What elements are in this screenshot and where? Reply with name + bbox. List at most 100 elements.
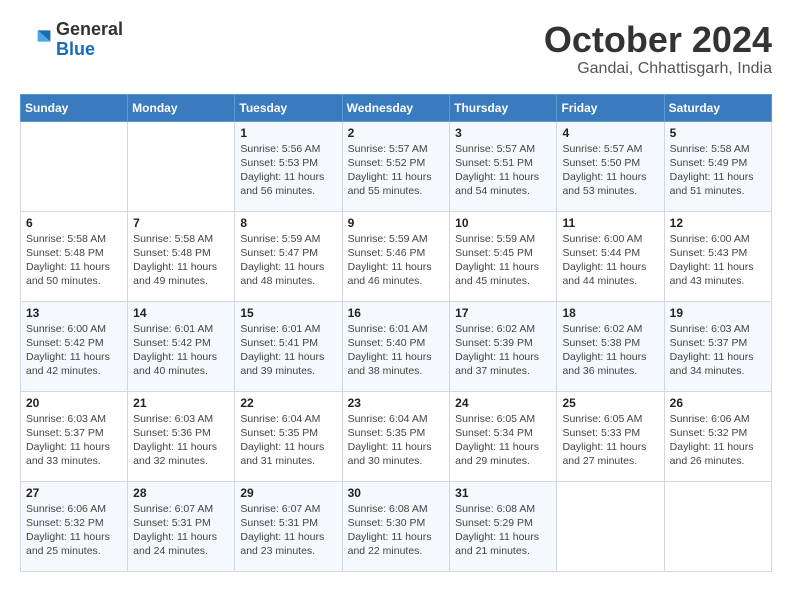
day-info: Sunrise: 6:05 AM Sunset: 5:34 PM Dayligh… xyxy=(455,412,551,469)
day-number: 21 xyxy=(133,396,229,410)
calendar-week-row: 6 Sunrise: 5:58 AM Sunset: 5:48 PM Daylig… xyxy=(21,211,772,301)
day-number: 13 xyxy=(26,306,122,320)
calendar-cell xyxy=(664,481,771,571)
header-day-tuesday: Tuesday xyxy=(235,94,342,121)
day-number: 5 xyxy=(670,126,766,140)
day-number: 16 xyxy=(348,306,445,320)
day-number: 1 xyxy=(240,126,336,140)
day-info: Sunrise: 6:03 AM Sunset: 5:37 PM Dayligh… xyxy=(670,322,766,379)
calendar-cell: 30 Sunrise: 6:08 AM Sunset: 5:30 PM Dayli… xyxy=(342,481,450,571)
day-info: Sunrise: 6:00 AM Sunset: 5:42 PM Dayligh… xyxy=(26,322,122,379)
day-number: 4 xyxy=(562,126,658,140)
day-number: 3 xyxy=(455,126,551,140)
calendar-cell xyxy=(128,121,235,211)
day-number: 7 xyxy=(133,216,229,230)
day-number: 27 xyxy=(26,486,122,500)
day-number: 2 xyxy=(348,126,445,140)
calendar-cell: 29 Sunrise: 6:07 AM Sunset: 5:31 PM Dayli… xyxy=(235,481,342,571)
calendar-week-row: 27 Sunrise: 6:06 AM Sunset: 5:32 PM Dayli… xyxy=(21,481,772,571)
day-info: Sunrise: 5:58 AM Sunset: 5:48 PM Dayligh… xyxy=(133,232,229,289)
day-info: Sunrise: 6:07 AM Sunset: 5:31 PM Dayligh… xyxy=(240,502,336,559)
day-info: Sunrise: 6:02 AM Sunset: 5:39 PM Dayligh… xyxy=(455,322,551,379)
day-number: 29 xyxy=(240,486,336,500)
day-info: Sunrise: 6:06 AM Sunset: 5:32 PM Dayligh… xyxy=(670,412,766,469)
day-number: 19 xyxy=(670,306,766,320)
day-number: 11 xyxy=(562,216,658,230)
day-number: 10 xyxy=(455,216,551,230)
day-number: 26 xyxy=(670,396,766,410)
day-number: 6 xyxy=(26,216,122,230)
calendar-cell: 2 Sunrise: 5:57 AM Sunset: 5:52 PM Daylig… xyxy=(342,121,450,211)
day-number: 28 xyxy=(133,486,229,500)
calendar-cell: 4 Sunrise: 5:57 AM Sunset: 5:50 PM Daylig… xyxy=(557,121,664,211)
day-info: Sunrise: 6:01 AM Sunset: 5:41 PM Dayligh… xyxy=(240,322,336,379)
day-info: Sunrise: 5:59 AM Sunset: 5:46 PM Dayligh… xyxy=(348,232,445,289)
day-number: 23 xyxy=(348,396,445,410)
day-info: Sunrise: 6:01 AM Sunset: 5:40 PM Dayligh… xyxy=(348,322,445,379)
day-number: 25 xyxy=(562,396,658,410)
calendar-cell: 6 Sunrise: 5:58 AM Sunset: 5:48 PM Daylig… xyxy=(21,211,128,301)
calendar-header-row: SundayMondayTuesdayWednesdayThursdayFrid… xyxy=(21,94,772,121)
day-number: 30 xyxy=(348,486,445,500)
header-day-wednesday: Wednesday xyxy=(342,94,450,121)
calendar-cell: 25 Sunrise: 6:05 AM Sunset: 5:33 PM Dayli… xyxy=(557,391,664,481)
calendar-cell: 27 Sunrise: 6:06 AM Sunset: 5:32 PM Dayli… xyxy=(21,481,128,571)
day-info: Sunrise: 5:58 AM Sunset: 5:49 PM Dayligh… xyxy=(670,142,766,199)
header-day-friday: Friday xyxy=(557,94,664,121)
day-number: 18 xyxy=(562,306,658,320)
calendar-cell: 15 Sunrise: 6:01 AM Sunset: 5:41 PM Dayli… xyxy=(235,301,342,391)
page-header: General Blue October 2024 Gandai, Chhatt… xyxy=(20,20,772,78)
day-info: Sunrise: 5:59 AM Sunset: 5:45 PM Dayligh… xyxy=(455,232,551,289)
calendar-week-row: 20 Sunrise: 6:03 AM Sunset: 5:37 PM Dayli… xyxy=(21,391,772,481)
calendar-cell: 7 Sunrise: 5:58 AM Sunset: 5:48 PM Daylig… xyxy=(128,211,235,301)
day-info: Sunrise: 6:04 AM Sunset: 5:35 PM Dayligh… xyxy=(240,412,336,469)
calendar-cell: 19 Sunrise: 6:03 AM Sunset: 5:37 PM Dayli… xyxy=(664,301,771,391)
day-number: 24 xyxy=(455,396,551,410)
calendar-cell xyxy=(21,121,128,211)
calendar-cell: 8 Sunrise: 5:59 AM Sunset: 5:47 PM Daylig… xyxy=(235,211,342,301)
logo-icon xyxy=(20,24,52,56)
calendar-cell: 11 Sunrise: 6:00 AM Sunset: 5:44 PM Dayli… xyxy=(557,211,664,301)
day-info: Sunrise: 5:59 AM Sunset: 5:47 PM Dayligh… xyxy=(240,232,336,289)
day-info: Sunrise: 6:00 AM Sunset: 5:43 PM Dayligh… xyxy=(670,232,766,289)
day-info: Sunrise: 5:57 AM Sunset: 5:50 PM Dayligh… xyxy=(562,142,658,199)
day-info: Sunrise: 6:08 AM Sunset: 5:30 PM Dayligh… xyxy=(348,502,445,559)
header-day-monday: Monday xyxy=(128,94,235,121)
day-info: Sunrise: 5:56 AM Sunset: 5:53 PM Dayligh… xyxy=(240,142,336,199)
day-number: 20 xyxy=(26,396,122,410)
day-info: Sunrise: 5:57 AM Sunset: 5:52 PM Dayligh… xyxy=(348,142,445,199)
day-number: 22 xyxy=(240,396,336,410)
day-info: Sunrise: 6:07 AM Sunset: 5:31 PM Dayligh… xyxy=(133,502,229,559)
calendar-title: October 2024 xyxy=(544,20,772,60)
day-info: Sunrise: 6:06 AM Sunset: 5:32 PM Dayligh… xyxy=(26,502,122,559)
day-info: Sunrise: 6:08 AM Sunset: 5:29 PM Dayligh… xyxy=(455,502,551,559)
calendar-cell: 12 Sunrise: 6:00 AM Sunset: 5:43 PM Dayli… xyxy=(664,211,771,301)
calendar-cell: 22 Sunrise: 6:04 AM Sunset: 5:35 PM Dayli… xyxy=(235,391,342,481)
calendar-cell: 17 Sunrise: 6:02 AM Sunset: 5:39 PM Dayli… xyxy=(450,301,557,391)
calendar-cell: 23Sunrise: 6:04 AM Sunset: 5:35 PM Dayli… xyxy=(342,391,450,481)
day-number: 9 xyxy=(348,216,445,230)
header-day-saturday: Saturday xyxy=(664,94,771,121)
day-number: 17 xyxy=(455,306,551,320)
header-day-thursday: Thursday xyxy=(450,94,557,121)
day-info: Sunrise: 6:02 AM Sunset: 5:38 PM Dayligh… xyxy=(562,322,658,379)
calendar-cell: 5 Sunrise: 5:58 AM Sunset: 5:49 PM Daylig… xyxy=(664,121,771,211)
calendar-week-row: 1 Sunrise: 5:56 AM Sunset: 5:53 PM Daylig… xyxy=(21,121,772,211)
day-info: Sunrise: 5:57 AM Sunset: 5:51 PM Dayligh… xyxy=(455,142,551,199)
calendar-cell: 20 Sunrise: 6:03 AM Sunset: 5:37 PM Dayli… xyxy=(21,391,128,481)
calendar-cell: 18 Sunrise: 6:02 AM Sunset: 5:38 PM Dayli… xyxy=(557,301,664,391)
header-day-sunday: Sunday xyxy=(21,94,128,121)
day-info: Sunrise: 6:00 AM Sunset: 5:44 PM Dayligh… xyxy=(562,232,658,289)
day-number: 8 xyxy=(240,216,336,230)
title-block: October 2024 Gandai, Chhattisgarh, India xyxy=(544,20,772,78)
calendar-table: SundayMondayTuesdayWednesdayThursdayFrid… xyxy=(20,94,772,572)
calendar-cell: 3 Sunrise: 5:57 AM Sunset: 5:51 PM Daylig… xyxy=(450,121,557,211)
day-number: 15 xyxy=(240,306,336,320)
day-info: Sunrise: 6:03 AM Sunset: 5:37 PM Dayligh… xyxy=(26,412,122,469)
logo: General Blue xyxy=(20,20,123,60)
day-number: 12 xyxy=(670,216,766,230)
calendar-cell: 24 Sunrise: 6:05 AM Sunset: 5:34 PM Dayli… xyxy=(450,391,557,481)
day-info: Sunrise: 5:58 AM Sunset: 5:48 PM Dayligh… xyxy=(26,232,122,289)
day-info: Sunrise: 6:05 AM Sunset: 5:33 PM Dayligh… xyxy=(562,412,658,469)
calendar-cell: 9 Sunrise: 5:59 AM Sunset: 5:46 PM Daylig… xyxy=(342,211,450,301)
